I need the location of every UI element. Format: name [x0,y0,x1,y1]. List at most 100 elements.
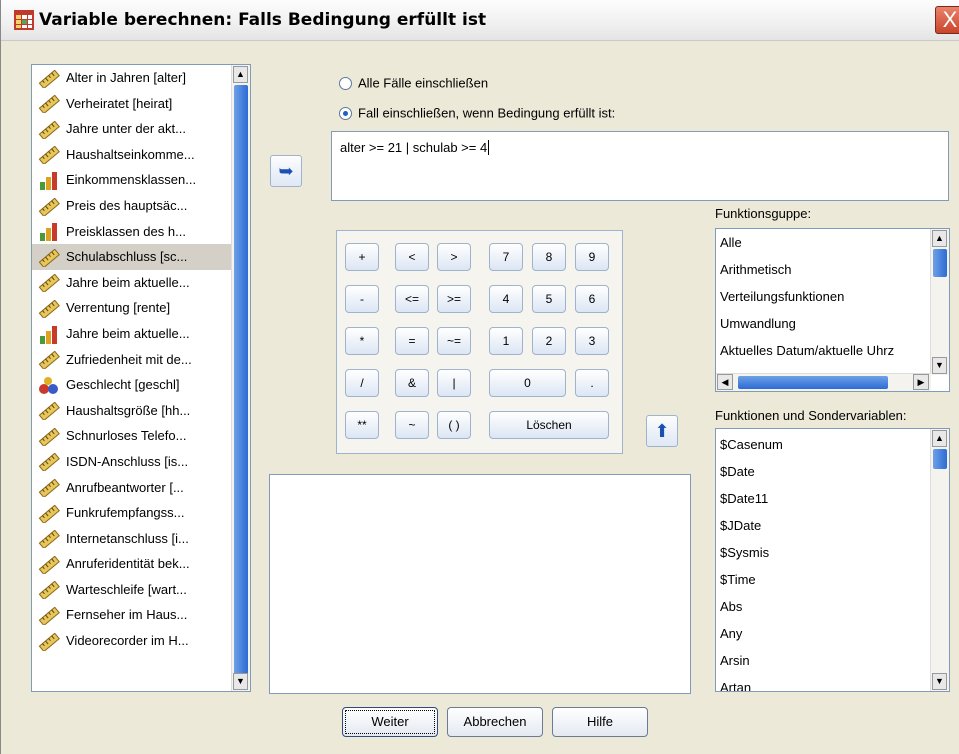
cancel-button[interactable]: Abbrechen [447,707,543,737]
variable-label: Preis des hauptsäc... [66,197,188,213]
variable-list-item[interactable]: Einkommensklassen... [32,167,232,193]
function-item[interactable]: Abs [716,593,931,620]
variable-list-item[interactable]: Anruferidentität bek... [32,551,232,577]
key-not-equal[interactable]: ~= [437,327,471,355]
key-3[interactable]: 3 [575,327,609,355]
function-item[interactable]: $Sysmis [716,539,931,566]
variable-list-item[interactable]: Fernseher im Haus... [32,602,232,628]
variable-list-item[interactable]: Funkrufempfangss... [32,500,232,526]
scroll-down-icon[interactable]: ▼ [932,673,947,690]
function-item[interactable]: $JDate [716,512,931,539]
close-button[interactable]: X [935,6,959,34]
bar-chart-icon [38,325,60,344]
variable-label: Fernseher im Haus... [66,607,188,623]
variable-list-item[interactable]: Internetanschluss [i... [32,526,232,552]
key-power[interactable]: ** [345,411,379,439]
scroll-right-icon[interactable]: ▶ [913,374,929,390]
key-9[interactable]: 9 [575,243,609,271]
variable-list-item[interactable]: Preisklassen des h... [32,219,232,245]
functions-list[interactable]: $Casenum $Date $Date11 $JDate $Sysmis $Time Ab… [715,428,950,692]
move-to-expression-button[interactable]: ➥ [270,155,302,187]
variable-list-item[interactable]: Warteschleife [wart... [32,577,232,603]
help-button[interactable]: Hilfe [552,707,648,737]
variable-list-item[interactable]: Verheiratet [heirat] [32,91,232,117]
key-or[interactable]: | [437,369,471,397]
key-greater[interactable]: > [437,243,471,271]
variable-list-item[interactable]: Zufriedenheit mit de... [32,347,232,373]
continue-button[interactable]: Weiter [342,707,438,737]
variable-list-item[interactable]: Haushaltsgröße [hh... [32,398,232,424]
variable-list-item[interactable]: Jahre beim aktuelle... [32,321,232,347]
key-equal[interactable]: = [395,327,429,355]
variable-list-item[interactable]: ISDN-Anschluss [is... [32,449,232,475]
variable-list-item[interactable]: Schnurloses Telefo... [32,423,232,449]
radio-button[interactable] [339,77,352,91]
variable-list-item[interactable]: Haushaltseinkomme... [32,142,232,168]
variable-list-item[interactable]: Geschlecht [geschl] [32,372,232,398]
variable-list-item[interactable]: Jahre unter der akt... [32,116,232,142]
variable-list-item[interactable]: Alter in Jahren [alter] [32,65,232,91]
scroll-thumb[interactable] [933,249,947,277]
key-0[interactable]: 0 [489,369,566,397]
key-less-equal[interactable]: <= [395,285,429,313]
scroll-thumb[interactable] [738,376,888,389]
ruler-icon [38,504,60,524]
key-not[interactable]: ~ [395,411,429,439]
insert-function-button[interactable]: ⬆ [646,415,678,447]
key-1[interactable]: 1 [489,327,523,355]
variable-label: Verheiratet [heirat] [66,95,173,111]
radio-all-cases[interactable]: Alle Fälle einschließen [339,73,488,93]
key-8[interactable]: 8 [532,243,566,271]
key-less[interactable]: < [395,243,429,271]
key-4[interactable]: 4 [489,285,523,313]
scroll-down-icon[interactable]: ▼ [233,673,248,690]
key-decimal[interactable]: . [575,369,609,397]
function-group-item[interactable]: Alle [716,229,931,256]
condition-expression-field[interactable]: alter >= 21 | schulab >= 4​ [331,131,949,201]
variable-list-item[interactable]: Verrentung [rente] [32,295,232,321]
key-multiply[interactable]: * [345,327,379,355]
variable-list-item[interactable]: Jahre beim aktuelle... [32,270,232,296]
function-group-item[interactable]: Verteilungsfunktionen [716,283,931,310]
scroll-thumb[interactable] [933,449,947,469]
function-group-item[interactable]: Aktuelles Datum/aktuelle Uhrz [716,337,931,364]
function-item[interactable]: Any [716,620,931,647]
function-item[interactable]: Arsin [716,647,931,674]
function-group-list[interactable]: Alle Arithmetisch Verteilungsfunktionen Umw… [715,228,950,392]
function-group-item[interactable]: Umwandlung [716,310,931,337]
scroll-thumb[interactable] [234,85,248,675]
function-item[interactable]: $Casenum [716,431,931,458]
variable-list-item[interactable]: Preis des hauptsäc... [32,193,232,219]
key-minus[interactable]: - [345,285,379,313]
variable-list[interactable]: Alter in Jahren [alter] Verheiratet [heir… [31,64,251,692]
variable-list-item[interactable]: Anrufbeantworter [... [32,475,232,501]
key-7[interactable]: 7 [489,243,523,271]
function-item[interactable]: $Time [716,566,931,593]
variable-list-item[interactable]: Videorecorder im H... [32,628,232,654]
function-item[interactable]: Artan [716,674,931,691]
key-plus[interactable]: + [345,243,379,271]
function-item[interactable]: $Date11 [716,485,931,512]
function-group-vscroll[interactable]: ▲ ▼ [930,229,949,375]
scroll-up-icon[interactable]: ▲ [932,430,947,447]
scroll-down-icon[interactable]: ▼ [932,357,947,374]
key-divide[interactable]: / [345,369,379,397]
key-clear[interactable]: Löschen [489,411,609,439]
function-group-item[interactable]: Arithmetisch [716,256,931,283]
key-parentheses[interactable]: ( ) [437,411,471,439]
radio-button-selected[interactable] [339,107,352,121]
variable-list-item[interactable]: Schulabschluss [sc... [32,244,232,270]
scroll-left-icon[interactable]: ◀ [717,374,733,390]
key-2[interactable]: 2 [532,327,566,355]
key-greater-equal[interactable]: >= [437,285,471,313]
radio-if-condition[interactable]: Fall einschließen, wenn Bedingung erfüll… [339,103,615,123]
scroll-up-icon[interactable]: ▲ [233,66,248,83]
variable-list-scrollbar[interactable]: ▲ ▼ [231,65,250,691]
functions-vscroll[interactable]: ▲ ▼ [930,429,949,691]
key-and[interactable]: & [395,369,429,397]
key-5[interactable]: 5 [532,285,566,313]
scroll-up-icon[interactable]: ▲ [932,230,947,247]
function-item[interactable]: $Date [716,458,931,485]
function-group-hscroll[interactable]: ◀ ▶ [716,373,931,391]
key-6[interactable]: 6 [575,285,609,313]
